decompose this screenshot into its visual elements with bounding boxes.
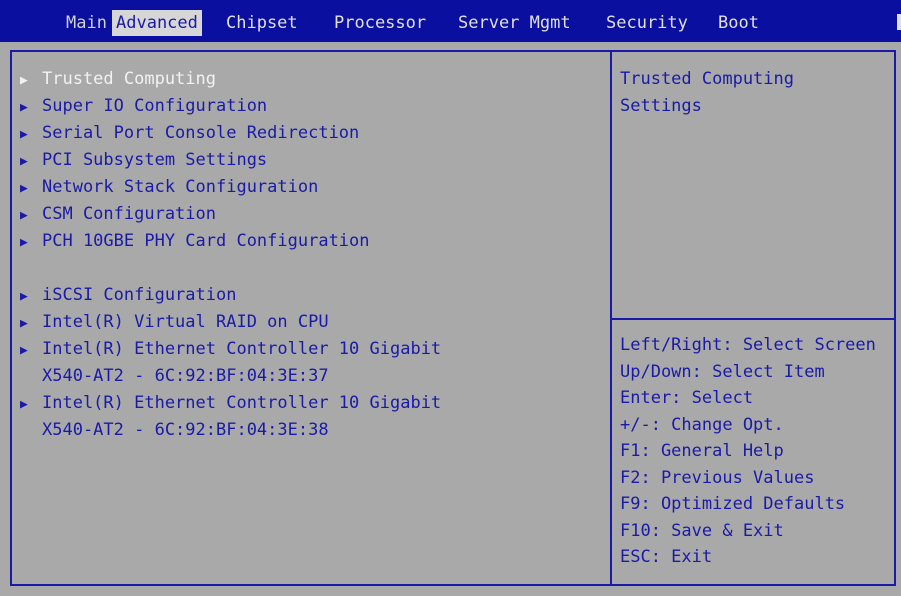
bios-screen: Main Advanced Chipset Processor Server M… (0, 0, 901, 596)
key-hint: F2: Previous Values (620, 467, 815, 488)
menu-item-trusted-computing[interactable]: ▶ Trusted Computing (20, 66, 605, 93)
key-hint: F10: Save & Exit (620, 520, 784, 541)
submenu-arrow-icon: ▶ (20, 100, 28, 115)
key-hint: Left/Right: Select Screen (620, 335, 876, 355)
scroll-marker (897, 14, 901, 30)
menu-item-label: iSCSI Configuration (42, 285, 237, 305)
tab-main[interactable]: Main (66, 10, 107, 36)
key-hint: +/-: Change Opt. (620, 414, 784, 435)
tab-bar: Main Advanced Chipset Processor Server M… (0, 0, 901, 42)
menu-item-label: PCI Subsystem Settings (42, 150, 268, 170)
submenu-arrow-icon: ▶ (20, 208, 28, 223)
key-hint: ESC: Exit (620, 547, 713, 567)
menu-item-ethernet-1[interactable]: ▶ Intel(R) Ethernet Controller 10 Gigabit (20, 336, 605, 363)
tab-processor[interactable]: Processor (334, 10, 426, 36)
menu-item-serial-port[interactable]: ▶ Serial Port Console Redirection (20, 120, 605, 147)
key-hint: F1: General Help (620, 441, 784, 461)
key-hint: F9: Optimized Defaults (620, 494, 846, 514)
menu-item-label: Network Stack Configuration (42, 177, 319, 197)
submenu-arrow-icon: ▶ (20, 154, 28, 169)
tab-chipset[interactable]: Chipset (226, 10, 298, 36)
menu-spacer (20, 255, 605, 282)
menu-item-pch-10gbe[interactable]: ▶ PCH 10GBE PHY Card Configuration (20, 228, 605, 255)
key-hint: Enter: Select (620, 388, 754, 408)
menu-item-ethernet-2[interactable]: ▶ Intel(R) Ethernet Controller 10 Gigabit (20, 390, 605, 417)
tab-advanced[interactable]: Advanced (112, 10, 202, 36)
submenu-arrow-icon: ▶ (20, 235, 28, 250)
key-legend: Left/Right: Select Screen Up/Down: Selec… (620, 332, 896, 571)
menu-list: ▶ Trusted Computing ▶ Super IO Configurati… (20, 66, 605, 444)
submenu-arrow-icon: ▶ (20, 181, 28, 196)
submenu-arrow-icon: ▶ (20, 127, 28, 142)
menu-item-label: PCH 10GBE PHY Card Configuration (42, 231, 370, 251)
menu-item-pci-subsystem[interactable]: ▶ PCI Subsystem Settings (20, 147, 605, 174)
menu-item-sublabel: X540-AT2 - 6C:92:BF:04:3E:38 (42, 420, 329, 440)
menu-item-label: Intel(R) Virtual RAID on CPU (42, 312, 329, 332)
help-text: Trusted Computing (620, 69, 794, 89)
menu-item-label: Serial Port Console Redirection (42, 123, 360, 143)
key-hint: Up/Down: Select Item (620, 361, 825, 382)
menu-item-label: Trusted Computing (42, 69, 216, 89)
submenu-arrow-icon: ▶ (20, 343, 28, 358)
submenu-arrow-icon: ▶ (20, 397, 28, 412)
menu-item-ethernet-2-mac: X540-AT2 - 6C:92:BF:04:3E:38 (20, 417, 605, 444)
menu-item-super-io[interactable]: ▶ Super IO Configuration (20, 93, 605, 120)
help-text: Settings (620, 96, 702, 116)
menu-item-label: Intel(R) Ethernet Controller 10 Gigabit (42, 339, 442, 359)
tab-security[interactable]: Security (606, 10, 688, 36)
submenu-arrow-icon: ▶ (20, 316, 28, 331)
menu-item-sublabel: X540-AT2 - 6C:92:BF:04:3E:37 (42, 366, 329, 386)
main-frame: ▶ Trusted Computing ▶ Super IO Configurati… (10, 50, 896, 586)
tab-boot[interactable]: Boot (718, 10, 759, 36)
menu-item-csm[interactable]: ▶ CSM Configuration (20, 201, 605, 228)
submenu-arrow-icon: ▶ (20, 73, 28, 88)
menu-item-vraid[interactable]: ▶ Intel(R) Virtual RAID on CPU (20, 309, 605, 336)
menu-item-label: CSM Configuration (42, 204, 216, 224)
menu-item-label: Super IO Configuration (42, 96, 268, 116)
help-panel: Trusted Computing Settings (620, 66, 896, 120)
help-divider (612, 318, 894, 320)
submenu-arrow-icon: ▶ (20, 289, 28, 304)
tab-server-mgmt[interactable]: Server Mgmt (458, 10, 571, 36)
menu-item-ethernet-1-mac: X540-AT2 - 6C:92:BF:04:3E:37 (20, 363, 605, 390)
menu-item-network-stack[interactable]: ▶ Network Stack Configuration (20, 174, 605, 201)
menu-item-label: Intel(R) Ethernet Controller 10 Gigabit (42, 393, 442, 413)
menu-item-iscsi[interactable]: ▶ iSCSI Configuration (20, 282, 605, 309)
